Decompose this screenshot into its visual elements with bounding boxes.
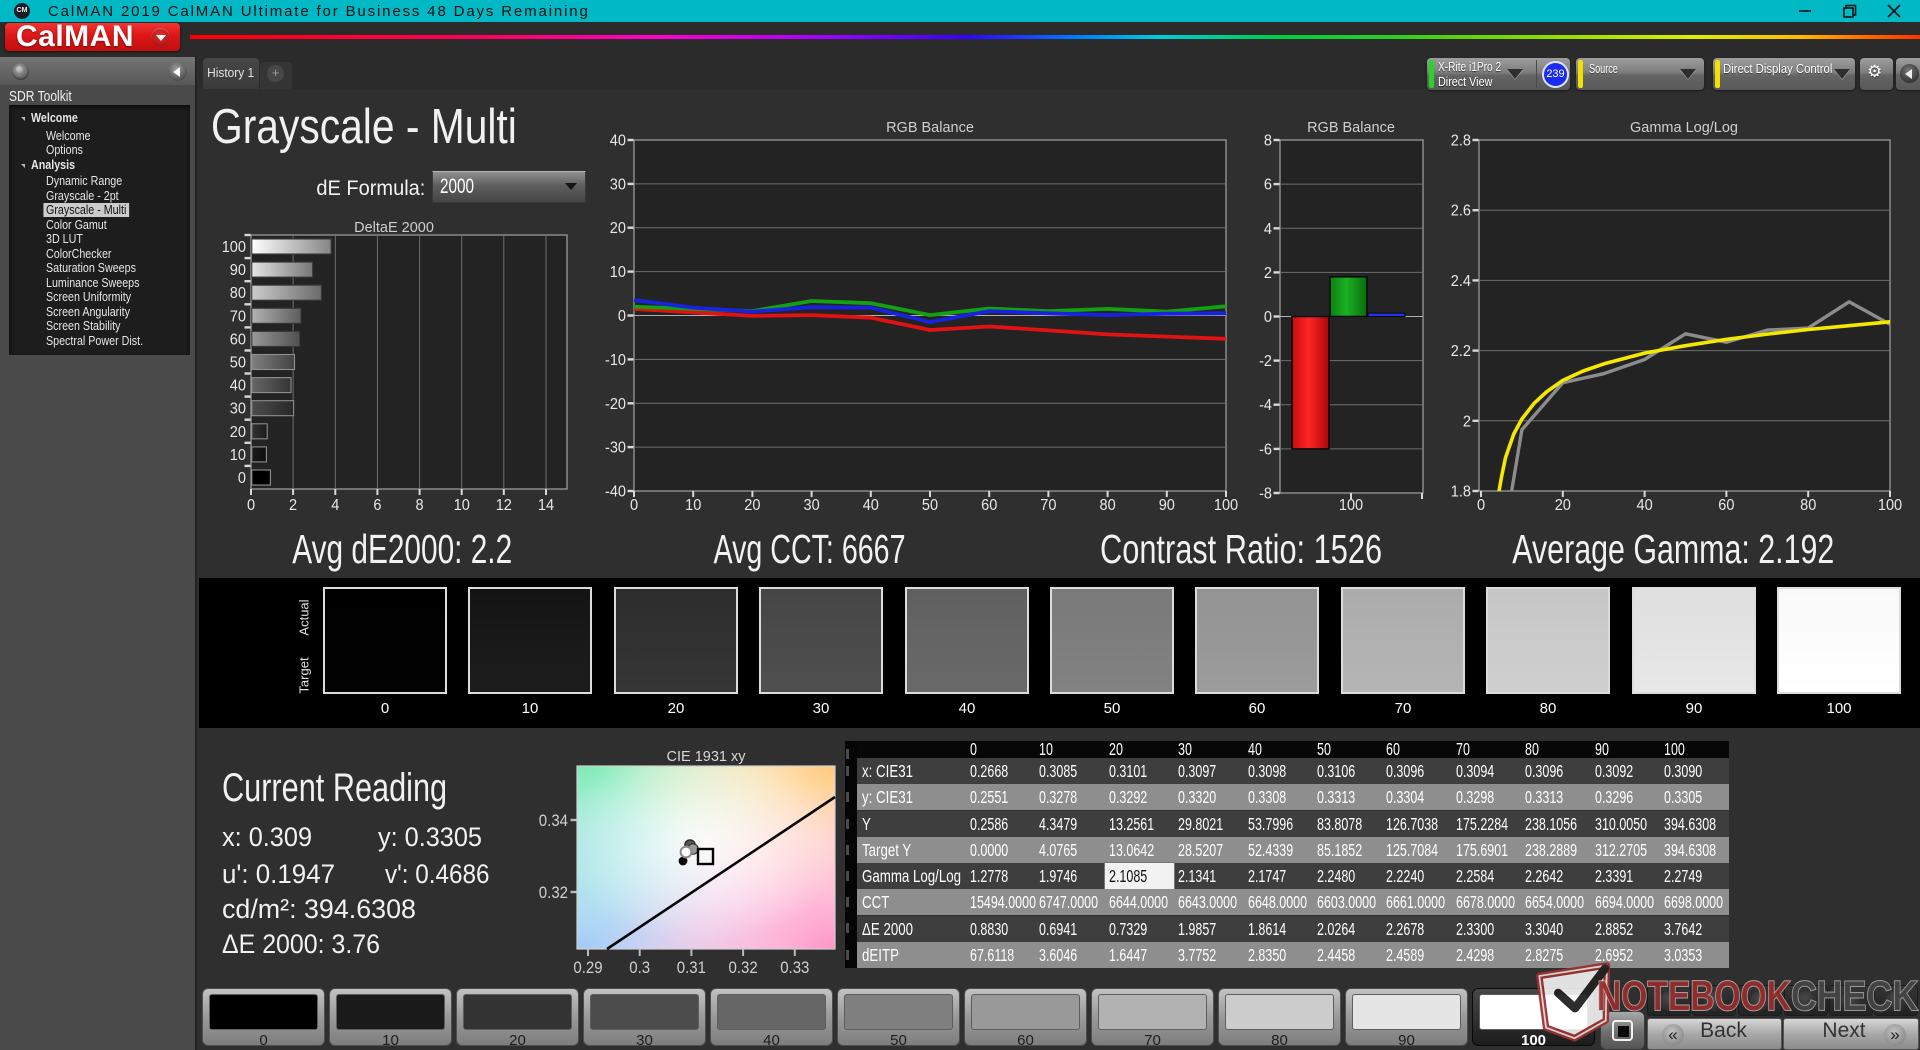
svg-text:20: 20: [1555, 497, 1571, 514]
svg-text:100: 100: [1214, 497, 1238, 514]
svg-text:4: 4: [1264, 221, 1272, 238]
svg-text:10: 10: [610, 264, 626, 281]
svg-text:0: 0: [1264, 309, 1272, 326]
svg-text:12: 12: [496, 497, 512, 514]
svg-text:2.8: 2.8: [1451, 133, 1471, 150]
svg-text:14: 14: [538, 497, 554, 514]
svg-text:2.2: 2.2: [1451, 343, 1471, 360]
svg-text:-30: -30: [605, 440, 626, 457]
svg-text:70: 70: [1040, 497, 1056, 514]
svg-text:0: 0: [630, 497, 638, 514]
svg-text:0: 0: [618, 308, 626, 325]
svg-text:30: 30: [230, 401, 246, 418]
svg-text:0.34: 0.34: [539, 812, 568, 830]
svg-text:90: 90: [1159, 497, 1175, 514]
svg-text:-6: -6: [1259, 441, 1272, 458]
svg-text:50: 50: [922, 497, 938, 514]
svg-text:40: 40: [610, 133, 626, 150]
svg-text:30: 30: [610, 176, 626, 193]
svg-text:8: 8: [1264, 133, 1272, 150]
svg-text:RGB Balance: RGB Balance: [1307, 120, 1395, 136]
svg-text:100: 100: [222, 239, 246, 256]
svg-text:-8: -8: [1259, 486, 1272, 503]
svg-text:40: 40: [230, 378, 246, 395]
svg-text:90: 90: [230, 262, 246, 279]
svg-text:-2: -2: [1259, 353, 1272, 370]
svg-text:20: 20: [610, 220, 626, 237]
svg-text:30: 30: [804, 497, 820, 514]
svg-text:20: 20: [230, 424, 246, 441]
svg-text:Gamma Log/Log: Gamma Log/Log: [1630, 120, 1738, 136]
svg-text:RGB Balance: RGB Balance: [886, 120, 974, 136]
svg-text:CHECK: CHECK: [1791, 972, 1918, 1019]
svg-text:2: 2: [289, 497, 297, 514]
svg-text:100: 100: [1878, 497, 1902, 514]
svg-text:2: 2: [1463, 413, 1471, 430]
svg-text:40: 40: [1637, 497, 1653, 514]
svg-text:CIE 1931 xy: CIE 1931 xy: [667, 749, 747, 765]
svg-text:50: 50: [230, 355, 246, 372]
svg-text:-20: -20: [605, 396, 626, 413]
svg-text:80: 80: [230, 285, 246, 302]
svg-text:8: 8: [416, 497, 424, 514]
svg-text:-4: -4: [1259, 397, 1272, 414]
svg-text:-10: -10: [605, 352, 626, 369]
svg-text:2.4: 2.4: [1451, 273, 1471, 290]
svg-text:40: 40: [863, 497, 879, 514]
svg-text:2: 2: [1264, 265, 1272, 282]
svg-text:4: 4: [331, 497, 339, 514]
svg-text:10: 10: [454, 497, 470, 514]
svg-text:2.6: 2.6: [1451, 203, 1471, 220]
svg-text:70: 70: [230, 308, 246, 325]
svg-text:0.32: 0.32: [539, 884, 568, 902]
svg-text:DeltaE 2000: DeltaE 2000: [354, 220, 434, 236]
svg-text:10: 10: [230, 447, 246, 464]
svg-text:NOTEBOOK: NOTEBOOK: [1597, 972, 1791, 1019]
svg-text:100: 100: [1339, 497, 1363, 514]
svg-text:6: 6: [373, 497, 381, 514]
svg-text:80: 80: [1100, 497, 1116, 514]
svg-text:20: 20: [744, 497, 760, 514]
svg-text:60: 60: [981, 497, 997, 514]
svg-text:0: 0: [238, 470, 246, 487]
svg-text:0: 0: [1477, 497, 1485, 514]
svg-text:60: 60: [230, 331, 246, 348]
svg-text:10: 10: [685, 497, 701, 514]
svg-text:0: 0: [247, 497, 255, 514]
svg-text:6: 6: [1264, 177, 1272, 194]
svg-text:60: 60: [1718, 497, 1734, 514]
svg-text:80: 80: [1800, 497, 1816, 514]
svg-text:-40: -40: [605, 484, 626, 501]
svg-text:1.8: 1.8: [1451, 484, 1471, 501]
